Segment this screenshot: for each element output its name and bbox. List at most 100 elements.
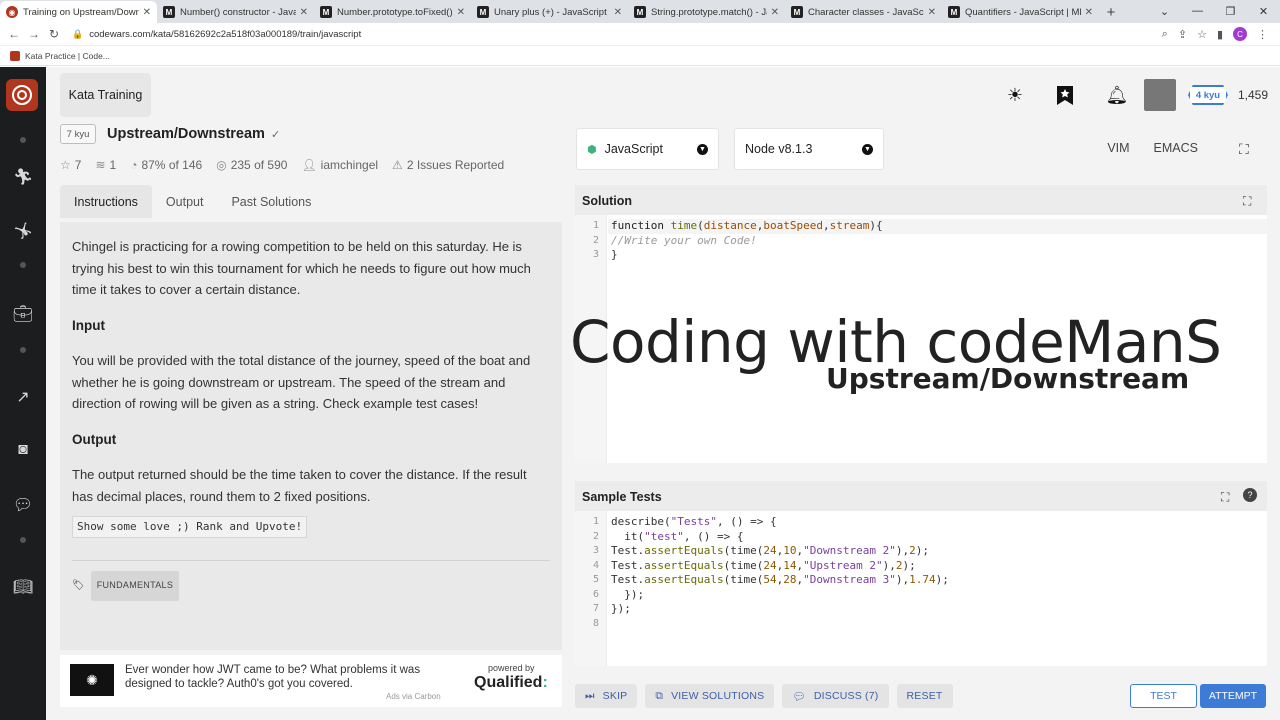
minimize-icon[interactable]: — xyxy=(1181,0,1214,22)
browser-menu-icon[interactable]: ⋮ xyxy=(1257,28,1268,41)
warning-icon: ⚠ xyxy=(392,158,403,172)
address-bar: ← → ↻ 🔒 codewars.com/kata/58162692c2a518… xyxy=(0,23,1280,46)
powered-by: powered by xyxy=(488,663,535,673)
docs-book-icon[interactable]: 📖︎ xyxy=(0,577,46,597)
browser-tab-strip: ◉ Training on Upstream/Downstre ✕ M Numb… xyxy=(0,0,1280,23)
issues-link[interactable]: 2 Issues Reported xyxy=(407,158,504,172)
browser-tab-codewars[interactable]: ◉ Training on Upstream/Downstre ✕ xyxy=(0,1,157,23)
sample-tests-label: Sample Tests xyxy=(582,490,662,504)
qualified-logo[interactable]: Qualified: xyxy=(474,674,548,692)
tab-title: Number() constructor - JavaScr xyxy=(180,6,296,18)
expand-icon[interactable]: ⛶ xyxy=(1243,194,1251,209)
separator-dot xyxy=(20,137,26,143)
code-line: describe("Tests", () => { xyxy=(611,515,777,528)
tab-search-chevron-icon[interactable]: ⌄ xyxy=(1148,0,1181,22)
language-select[interactable]: ⬢ JavaScript ▼ xyxy=(576,128,719,170)
discuss-label: DISCUSS (7) xyxy=(813,690,879,702)
ad-text[interactable]: Ever wonder how JWT came to be? What pro… xyxy=(125,663,435,691)
fullscreen-icon[interactable]: ⛶ xyxy=(1239,141,1249,158)
skip-button[interactable]: ⏭ SKIP xyxy=(575,684,638,708)
mdn-favicon-icon: M xyxy=(948,6,960,18)
forum-chat-icon[interactable]: 💬︎ xyxy=(0,495,46,515)
attempt-button[interactable]: ATTEMPT xyxy=(1200,684,1266,708)
close-tab-icon[interactable]: ✕ xyxy=(614,7,622,18)
back-arrow-icon[interactable]: ← xyxy=(4,27,24,41)
maximize-icon[interactable]: ❐ xyxy=(1214,0,1247,22)
language-value: JavaScript xyxy=(604,142,663,156)
discord-icon[interactable]: ◙ xyxy=(0,441,46,459)
share-icon[interactable]: ⇪ xyxy=(1178,28,1187,41)
new-tab-plus-icon[interactable]: + xyxy=(1099,1,1123,23)
line-number: 2 xyxy=(592,530,599,542)
notifications-bell-icon[interactable]: 🔔︎ xyxy=(1104,82,1130,108)
line-number: 3 xyxy=(592,545,599,556)
output-heading: Output xyxy=(72,431,117,447)
bookmark-star-icon[interactable]: ☆ xyxy=(1197,28,1207,41)
discuss-button[interactable]: 💬︎ DISCUSS (7) xyxy=(782,684,889,708)
browser-tab[interactable]: M Quantifiers - JavaScript | MDN ✕ xyxy=(942,1,1099,23)
separator-dot xyxy=(20,537,26,543)
close-tab-icon[interactable]: ✕ xyxy=(457,7,465,18)
carbon-ad[interactable]: ✺ Ever wonder how JWT came to be? What p… xyxy=(60,655,562,707)
theme-sun-icon[interactable]: ☀ xyxy=(1002,82,1028,108)
codewars-sidebar: 🏃︎ 🤸︎ 💼︎ ↗ ◙ 💬︎ 📖︎ xyxy=(0,67,46,720)
close-tab-icon[interactable]: ✕ xyxy=(300,7,308,18)
solutions-icon: ⧉ xyxy=(655,689,664,702)
reload-icon[interactable]: ↻ xyxy=(44,27,64,41)
sidepanel-icon[interactable]: ▮ xyxy=(1217,28,1223,41)
tab-output[interactable]: Output xyxy=(152,185,218,218)
browser-tab[interactable]: M Number.prototype.toFixed() - Ja ✕ xyxy=(314,1,471,23)
chevron-down-icon: ▼ xyxy=(697,143,708,155)
codewars-favicon-icon xyxy=(10,50,20,61)
view-solutions-button[interactable]: ⧉ VIEW SOLUTIONS xyxy=(645,684,775,708)
author-link[interactable]: iamchingel xyxy=(321,158,378,172)
profile-avatar[interactable]: C xyxy=(1233,27,1247,41)
solution-header xyxy=(575,185,1267,215)
browser-tab[interactable]: M Character classes - JavaScript | ✕ xyxy=(785,1,942,23)
tag-fundamentals[interactable]: FUNDAMENTALS xyxy=(90,571,180,601)
line-number: 1 xyxy=(592,516,599,527)
view-solutions-label: VIEW SOLUTIONS xyxy=(671,690,765,702)
version-select[interactable]: Node v8.1.3 ▼ xyxy=(734,128,884,170)
close-tab-icon[interactable]: ✕ xyxy=(771,7,779,18)
help-icon[interactable]: ? xyxy=(1243,488,1257,502)
completed-of: of 590 xyxy=(254,158,288,172)
vim-mode-button[interactable]: VIM xyxy=(1107,141,1129,155)
tests-editor[interactable]: 1 2 3 4 5 6 7 8 describe("Tests", () => … xyxy=(575,511,1267,666)
watermark-subtitle: Upstream/Downstream xyxy=(826,362,1190,395)
tab-instructions[interactable]: Instructions xyxy=(60,185,152,218)
url-field[interactable]: 🔒 codewars.com/kata/58162692c2a518f03a00… xyxy=(72,29,1162,40)
leaders-trending-icon[interactable]: ↗ xyxy=(0,387,46,407)
input-heading: Input xyxy=(72,317,105,333)
star-icon[interactable]: ☆ xyxy=(60,158,71,172)
tab-title: Character classes - JavaScript | xyxy=(808,6,924,18)
training-icon[interactable]: 🏃︎ xyxy=(0,167,46,187)
tab-past-solutions[interactable]: Past Solutions xyxy=(217,185,325,218)
reset-button[interactable]: RESET xyxy=(896,684,953,708)
browser-tab[interactable]: M Unary plus (+) - JavaScript | MD ✕ xyxy=(471,1,628,23)
test-button[interactable]: TEST xyxy=(1130,684,1197,708)
bookmark-item[interactable]: Kata Practice | Code... xyxy=(25,51,110,61)
kyu-badge: 7 kyu xyxy=(60,124,96,144)
forward-arrow-icon[interactable]: → xyxy=(24,27,44,41)
briefcase-icon[interactable]: 💼︎ xyxy=(0,304,46,324)
ad-via[interactable]: Ads via Carbon xyxy=(386,692,441,701)
bookmark-star-icon[interactable] xyxy=(1052,82,1078,108)
javascript-icon: ⬢ xyxy=(587,143,597,156)
code-line: //Write your own Code! xyxy=(611,233,757,247)
close-tab-icon[interactable]: ✕ xyxy=(928,7,936,18)
version-value: Node v8.1.3 xyxy=(745,142,813,156)
practice-icon[interactable]: 🤸︎ xyxy=(0,221,46,241)
browser-tab[interactable]: M Number() constructor - JavaScr ✕ xyxy=(157,1,314,23)
kata-description: Chingel is practicing for a rowing compe… xyxy=(60,222,562,650)
close-window-icon[interactable]: ✕ xyxy=(1247,0,1280,22)
close-tab-icon[interactable]: ✕ xyxy=(1085,7,1093,18)
browser-tab[interactable]: M String.prototype.match() - JavaS ✕ xyxy=(628,1,785,23)
user-avatar[interactable] xyxy=(1143,79,1176,111)
close-tab-icon[interactable]: ✕ xyxy=(143,7,151,18)
breadcrumb[interactable]: Kata Training xyxy=(60,73,151,117)
expand-icon[interactable]: ⛶ xyxy=(1221,490,1229,505)
zoom-icon[interactable]: ⌕ xyxy=(1162,28,1168,41)
codewars-logo-icon[interactable] xyxy=(6,79,38,111)
emacs-mode-button[interactable]: EMACS xyxy=(1154,141,1198,155)
